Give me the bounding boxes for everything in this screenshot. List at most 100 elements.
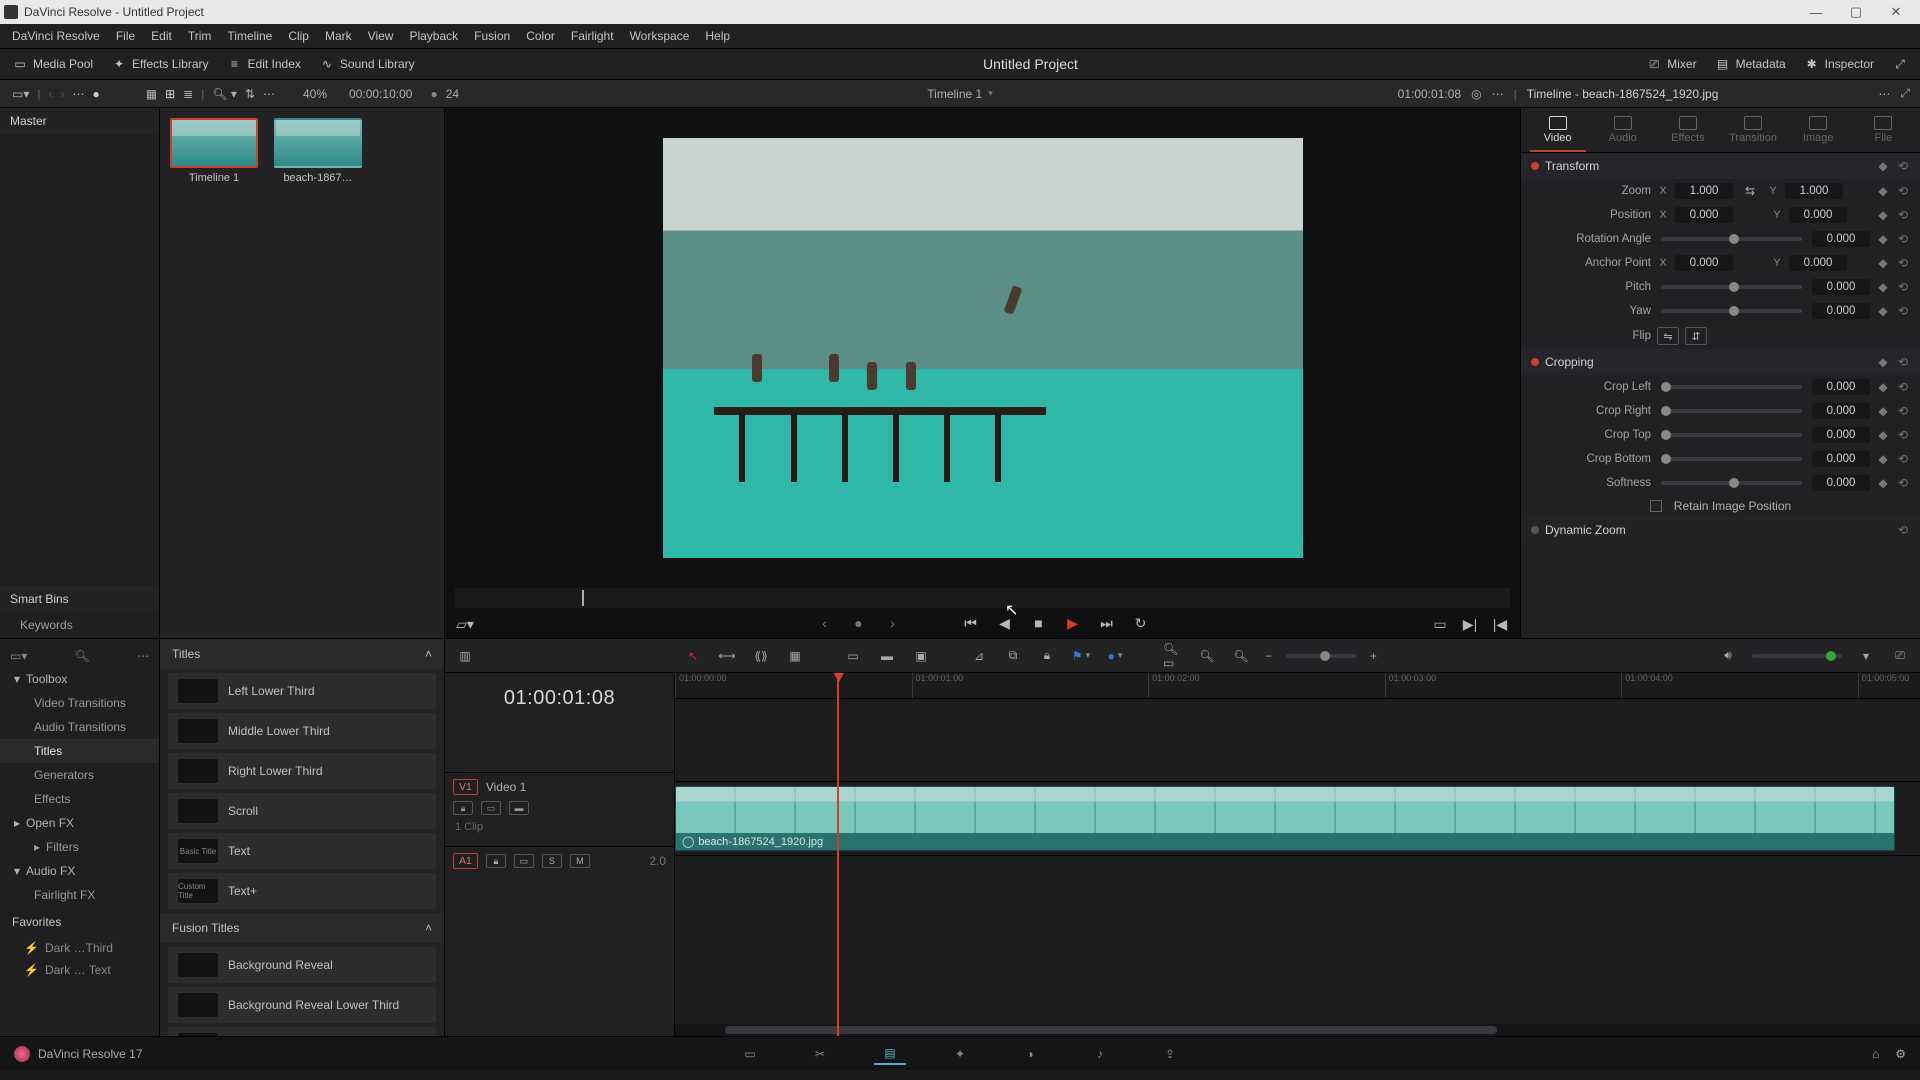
fx-item[interactable]: Scroll [168, 793, 436, 829]
fx-item[interactable]: Middle Lower Third [168, 713, 436, 749]
yaw-slider[interactable] [1661, 309, 1802, 313]
selection-tool[interactable]: ↖ [683, 647, 703, 665]
page-edit[interactable]: ▤ [874, 1043, 906, 1065]
viewer-title[interactable]: Timeline 1 [927, 87, 982, 101]
zoom-in-button[interactable]: + [1370, 649, 1377, 663]
lock-icon[interactable]: 🔒︎ [453, 801, 473, 815]
go-start-button[interactable]: ⏮ [961, 613, 981, 633]
audiofx-node[interactable]: ▾Audio FX [0, 859, 159, 883]
link-icon[interactable]: ⇆ [1745, 184, 1755, 198]
fx-tree-effects[interactable]: Effects [0, 787, 159, 811]
sound-library-toggle[interactable]: ∿Sound Library [315, 54, 419, 74]
media-pool-toggle[interactable]: ▭Media Pool [8, 54, 97, 74]
video-track-header[interactable]: V1Video 1 🔒︎▭▬ 1 Clip [445, 772, 674, 846]
thumb-view-button[interactable]: ▦ [146, 87, 157, 101]
menu-trim[interactable]: Trim [182, 27, 218, 45]
anchor-y-input[interactable]: 0.000 [1789, 255, 1847, 271]
keyframe-icon[interactable]: ◆ [1876, 184, 1890, 198]
dim-button[interactable]: ▾ [1856, 647, 1876, 665]
crop-left-input[interactable]: 0.000 [1812, 379, 1870, 395]
keyframe-icon[interactable]: ◆ [1876, 476, 1890, 490]
fx-item[interactable]: Call Out [168, 1027, 436, 1036]
viewer-zoom[interactable]: 40% [303, 87, 327, 101]
crop-left-slider[interactable] [1661, 385, 1802, 389]
menu-edit[interactable]: Edit [145, 27, 178, 45]
more-button[interactable]: ⋯ [73, 87, 85, 101]
openfx-node[interactable]: ▸Open FX [0, 811, 159, 835]
crop-bottom-input[interactable]: 0.000 [1812, 451, 1870, 467]
page-fairlight[interactable]: ♪ [1084, 1043, 1116, 1065]
smart-bins-header[interactable]: Smart Bins [0, 586, 159, 612]
timeline-hscrollbar[interactable] [675, 1024, 1920, 1036]
mixer-toggle[interactable]: ⎚Mixer [1642, 54, 1700, 74]
prev-edit-button[interactable]: ‹ [815, 613, 835, 633]
keyframe-icon[interactable]: ◆ [1876, 208, 1890, 222]
record-timecode[interactable]: 01:00:01:08 [1398, 87, 1461, 101]
page-media[interactable]: ▭ [734, 1043, 766, 1065]
crop-top-slider[interactable] [1661, 433, 1802, 437]
next-edit-button[interactable]: › [883, 613, 903, 633]
cropping-header[interactable]: Cropping ◆⟲ [1521, 349, 1920, 375]
keyframe-icon[interactable]: ◆ [1876, 256, 1890, 270]
flip-v-button[interactable]: ⇵ [1685, 327, 1707, 345]
keyframe-icon[interactable]: ◆ [1876, 452, 1890, 466]
menu-color[interactable]: Color [520, 27, 561, 45]
snap-button[interactable]: ⊿ [969, 647, 989, 665]
reset-icon[interactable]: ⟲ [1896, 184, 1910, 198]
crop-top-input[interactable]: 0.000 [1812, 427, 1870, 443]
mark-button[interactable]: ● [849, 613, 869, 633]
overwrite-button[interactable]: ▬ [877, 647, 897, 665]
timeline-timecode[interactable]: 01:00:01:08 [445, 673, 674, 728]
fx-tree-audio-transitions[interactable]: Audio Transitions [0, 715, 159, 739]
fx-options-button[interactable]: ⋯ [137, 649, 149, 663]
reset-icon[interactable]: ⟲ [1896, 523, 1910, 537]
timeline-view-button[interactable]: ▥ [455, 647, 475, 665]
pitch-slider[interactable] [1661, 285, 1802, 289]
solo-button[interactable]: S [542, 854, 562, 868]
viewer-scrubber[interactable] [455, 588, 1510, 608]
crop-right-input[interactable]: 0.000 [1812, 403, 1870, 419]
audio-lane[interactable] [675, 855, 1920, 895]
softness-input[interactable]: 0.000 [1812, 475, 1870, 491]
menu-playback[interactable]: Playback [403, 27, 464, 45]
fx-tree-generators[interactable]: Generators [0, 763, 159, 787]
insert-button[interactable]: ▭ [843, 647, 863, 665]
menu-file[interactable]: File [110, 27, 141, 45]
inspector-toggle[interactable]: ✱Inspector [1800, 54, 1878, 74]
replace-button[interactable]: ▣ [911, 647, 931, 665]
dynamic-zoom-header[interactable]: Dynamic Zoom ⟲ [1521, 517, 1920, 543]
inspector-tab-effects[interactable]: Effects [1660, 116, 1716, 152]
video-clip[interactable]: ◯beach-1867524_1920.jpg [675, 786, 1895, 851]
reset-icon[interactable]: ⟲ [1896, 159, 1910, 173]
yaw-input[interactable]: 0.000 [1812, 303, 1870, 319]
blade-tool[interactable]: ▦ [785, 647, 805, 665]
reset-icon[interactable]: ⟲ [1896, 208, 1910, 222]
reset-icon[interactable]: ⟲ [1896, 232, 1910, 246]
reset-icon[interactable]: ⟲ [1896, 452, 1910, 466]
tc-mode-button[interactable]: ◎ [1471, 87, 1481, 101]
smart-bin-keywords[interactable]: Keywords [0, 612, 159, 638]
bin-view-button[interactable]: ▭▾ [12, 87, 29, 101]
metadata-toggle[interactable]: ▤Metadata [1711, 54, 1790, 74]
viewer-options-button[interactable]: ⋯ [1492, 87, 1504, 101]
fx-item[interactable]: Right Lower Third [168, 753, 436, 789]
video-lane[interactable]: ◯beach-1867524_1920.jpg [675, 781, 1920, 855]
project-settings-button[interactable]: ⚙ [1895, 1047, 1906, 1061]
list-view-button[interactable]: ≣ [183, 87, 193, 101]
page-color[interactable]: ◑ [1014, 1043, 1046, 1065]
loop-button[interactable]: ↻ [1131, 613, 1151, 633]
link-button[interactable]: ⧉ [1003, 647, 1023, 665]
filters-node[interactable]: ▸Filters [0, 835, 159, 859]
menu-fusion[interactable]: Fusion [468, 27, 516, 45]
auto-select-button[interactable]: ▭ [481, 801, 501, 815]
lock-button[interactable]: 🔒︎ [1037, 647, 1057, 665]
menu-workspace[interactable]: Workspace [624, 27, 696, 45]
fx-tree-video-transitions[interactable]: Video Transitions [0, 691, 159, 715]
timeline-tracks[interactable]: 01:00:00:0001:00:01:0001:00:02:0001:00:0… [675, 673, 1920, 1036]
pos-y-input[interactable]: 0.000 [1789, 207, 1847, 223]
maximize-button[interactable]: ▢ [1836, 4, 1876, 20]
nav-back-button[interactable]: ‹ [49, 87, 53, 101]
pitch-input[interactable]: 0.000 [1812, 279, 1870, 295]
menu-view[interactable]: View [362, 27, 400, 45]
toolbox-node[interactable]: ▾Toolbox [0, 667, 159, 691]
